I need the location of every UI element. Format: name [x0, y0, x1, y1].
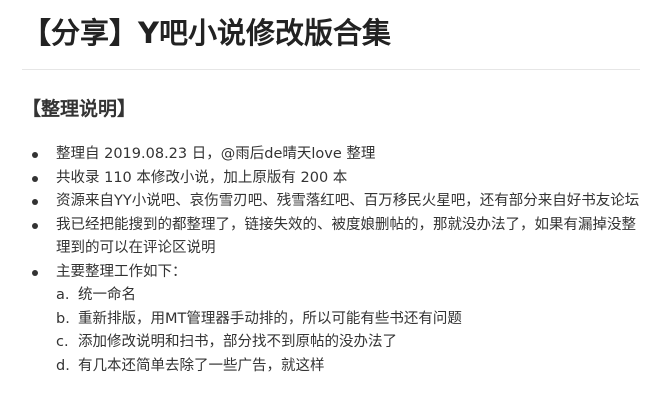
- sub-list-item: a. 统一命名: [56, 284, 642, 308]
- sub-list-item-text: 添加修改说明和扫书，部分找不到原帖的没办法了: [78, 334, 397, 350]
- list-item-text: 资源来自YY小说吧、哀伤雪刃吧、残雪落红吧、百万移民火星吧，还有部分来自好书友论…: [56, 193, 640, 209]
- bullet-icon: [32, 222, 38, 229]
- bullet-icon: [32, 269, 38, 276]
- sub-list-item: d. 有几本还简单去除了一些广告，就这样: [56, 355, 642, 379]
- bullet-icon: [32, 175, 38, 182]
- list-item-text: 整理自 2019.08.23 日，@雨后de晴天love 整理: [56, 146, 376, 162]
- title-divider: [22, 69, 640, 70]
- list-item: 我已经把能搜到的都整理了，链接失效的、被度娘删帖的，那就没办法了，如果有漏掉没整…: [30, 214, 642, 261]
- sub-list-item-text: 重新排版，用MT管理器手动排的，所以可能有些书还有问题: [78, 310, 462, 327]
- list-item: 整理自 2019.08.23 日，@雨后de晴天love 整理: [30, 143, 642, 167]
- bullet-icon: [32, 199, 38, 205]
- sub-list-marker: b.: [56, 310, 70, 327]
- sub-list-marker: d.: [56, 357, 70, 374]
- list-item-text: 我已经把能搜到的都整理了，链接失效的、被度娘删帖的，那就没办法了，如果有漏掉没整…: [56, 216, 636, 257]
- section-heading: 【整理说明】: [22, 98, 137, 120]
- list-item-text: 主要整理工作如下：: [56, 263, 187, 280]
- page-title: 【分享】Y吧小说修改版合集: [22, 16, 392, 50]
- sub-list-item-text: 有几本还简单去除了一些广告，就这样: [78, 357, 325, 374]
- sub-list-item: c. 添加修改说明和扫书，部分找不到原帖的没办法了: [56, 331, 642, 355]
- list-item-text: 共收录 110 本修改小说，加上原版有 200 本: [56, 169, 348, 186]
- work-items-list: a. 统一命名 b. 重新排版，用MT管理器手动排的，所以可能有些书还有问题 c…: [56, 284, 642, 378]
- list-item: 资源来自YY小说吧、哀伤雪刃吧、残雪落红吧、百万移民火星吧，还有部分来自好书友论…: [30, 190, 642, 214]
- sub-list-marker: c.: [56, 334, 69, 350]
- list-item: 主要整理工作如下： a. 统一命名 b. 重新排版，用MT管理器手动排的，所以可…: [30, 261, 642, 379]
- sub-list-marker: a.: [56, 287, 70, 303]
- notes-list: 整理自 2019.08.23 日，@雨后de晴天love 整理 共收录 110 …: [30, 143, 642, 378]
- document-page: 【分享】Y吧小说修改版合集 【整理说明】 整理自 2019.08.23 日，@雨…: [0, 0, 649, 414]
- list-item: 共收录 110 本修改小说，加上原版有 200 本: [30, 167, 642, 191]
- sub-list-item: b. 重新排版，用MT管理器手动排的，所以可能有些书还有问题: [56, 308, 642, 332]
- bullet-icon: [32, 152, 38, 158]
- sub-list-item-text: 统一命名: [78, 287, 136, 303]
